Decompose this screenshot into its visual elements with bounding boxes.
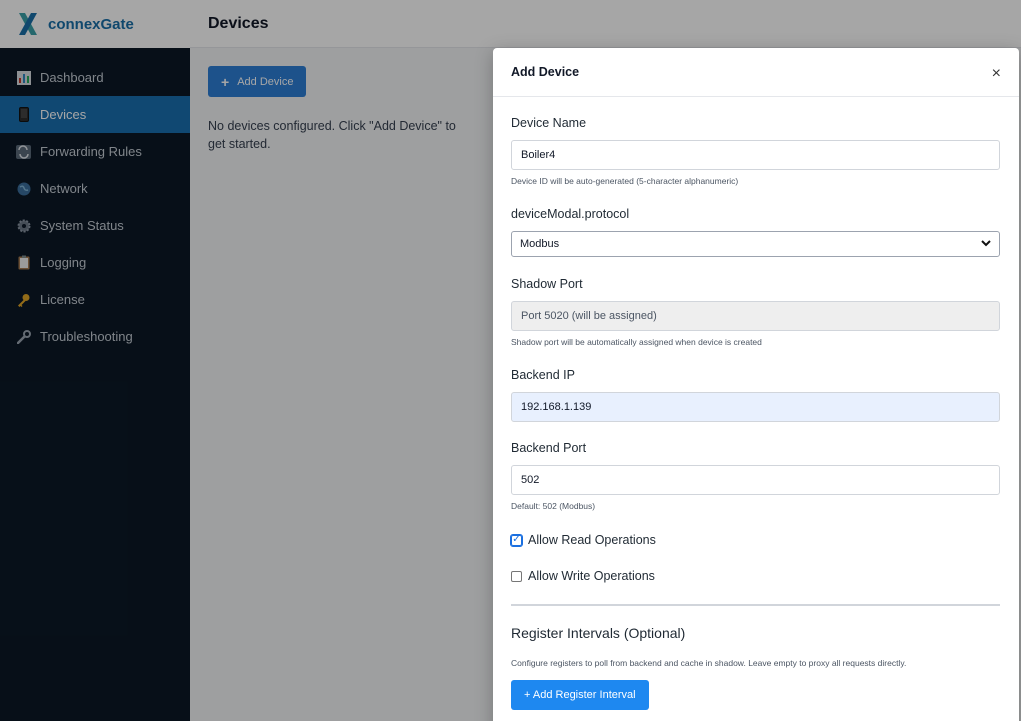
add-device-modal: Add Device × Device Name Boiler4 Device … [493, 48, 1019, 721]
close-icon[interactable]: × [992, 65, 1001, 82]
device-name-label: Device Name [511, 116, 587, 130]
backend-ip-label: Backend IP [511, 368, 575, 382]
allow-write-row[interactable]: Allow Write Operations [511, 569, 655, 583]
shadow-port-label: Shadow Port [511, 277, 583, 291]
allow-read-checkbox[interactable]: ✓ [510, 533, 523, 547]
modal-header: Add Device × [493, 48, 1019, 97]
backend-port-input[interactable]: 502 [511, 465, 1000, 495]
chevron-down-icon [981, 238, 991, 250]
modal-title: Add Device [511, 65, 580, 79]
protocol-selected-value: Modbus [520, 238, 560, 250]
allow-write-checkbox[interactable] [511, 570, 522, 582]
allow-read-row[interactable]: ✓ Allow Read Operations [510, 533, 656, 547]
protocol-label: deviceModal.protocol [511, 207, 630, 221]
register-intervals-help: Configure registers to poll from backend… [511, 658, 907, 668]
allow-write-label[interactable]: Allow Write Operations [528, 569, 655, 583]
add-register-interval-button[interactable]: + Add Register Interval [511, 680, 649, 710]
shadow-port-value: Port 5020 (will be assigned) [521, 310, 657, 322]
backend-ip-value: 192.168.1.139 [521, 401, 592, 413]
checkmark-icon: ✓ [512, 534, 521, 545]
backend-port-help: Default: 502 (Modbus) [511, 501, 596, 511]
backend-port-label: Backend Port [511, 441, 587, 455]
protocol-select[interactable]: Modbus [511, 231, 1000, 257]
section-divider [511, 604, 1000, 606]
allow-read-label[interactable]: Allow Read Operations [528, 533, 656, 547]
device-name-help: Device ID will be auto-generated (5-char… [511, 176, 739, 186]
device-name-value: Boiler4 [521, 149, 556, 161]
backend-ip-input[interactable]: 192.168.1.139 [511, 392, 1000, 422]
device-name-input[interactable]: Boiler4 [511, 140, 1000, 170]
shadow-port-input: Port 5020 (will be assigned) [511, 301, 1000, 331]
register-intervals-title: Register Intervals (Optional) [511, 625, 686, 641]
backend-port-value: 502 [521, 474, 540, 486]
shadow-port-help: Shadow port will be automatically assign… [511, 337, 762, 347]
